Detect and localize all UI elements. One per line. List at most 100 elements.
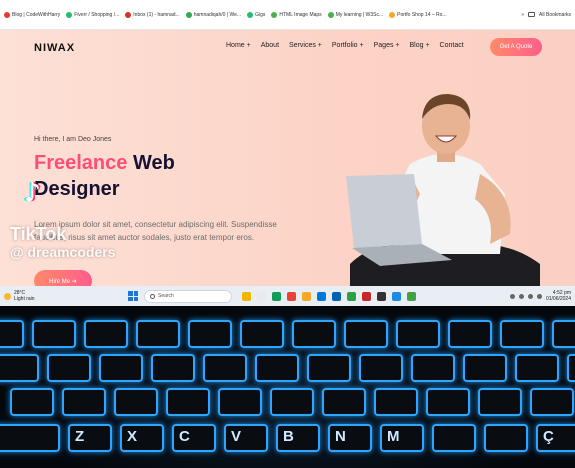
chevron-up-icon[interactable] xyxy=(509,293,515,299)
keyboard-key xyxy=(432,424,476,452)
keyboard-key xyxy=(136,320,180,348)
keyboard-key xyxy=(0,424,60,452)
headline-accent: Freelance xyxy=(34,152,128,174)
taskbar-app-icon[interactable] xyxy=(242,291,251,301)
bookmark-item[interactable]: hamnadiqah/0 | We... xyxy=(185,11,242,18)
taskbar-app-icon[interactable] xyxy=(407,291,416,301)
bookmark-item[interactable]: HTML Image Maps xyxy=(271,11,322,18)
keyboard-key xyxy=(359,354,403,382)
favicon-icon xyxy=(247,11,254,18)
keyboard-key xyxy=(515,354,559,382)
taskbar-app-icon[interactable] xyxy=(392,291,401,301)
taskbar-app-icon[interactable] xyxy=(347,291,356,301)
keyboard-key xyxy=(203,354,247,382)
keyboard-key xyxy=(396,320,440,348)
nav-contact[interactable]: Contact xyxy=(440,42,464,49)
keyboard-photo: ZXCVBNM Ç xyxy=(0,306,575,468)
taskbar-app-icon[interactable] xyxy=(317,291,326,301)
bookmark-label: My learning | W3Sc... xyxy=(335,11,384,18)
get-a-quote-button[interactable]: Get A Quote xyxy=(490,38,542,56)
nav-about[interactable]: About xyxy=(261,42,279,49)
volume-icon[interactable] xyxy=(527,293,533,299)
nav-services[interactable]: Services + xyxy=(289,42,322,49)
favicon-icon xyxy=(66,11,73,18)
keyboard-key xyxy=(448,320,492,348)
search-icon xyxy=(150,293,155,299)
bookmark-item[interactable]: Portfo Shop 14 – Ro... xyxy=(389,11,447,18)
keyboard-key: M xyxy=(380,424,424,452)
bookmark-label: Fiverr / Shopping /... xyxy=(74,11,120,18)
keyboard-key xyxy=(530,388,574,416)
bookmark-label: hamnadiqah/0 | We... xyxy=(193,11,242,18)
website-hero: NIWAX Home + About Services + Portfolio … xyxy=(0,30,575,286)
hero-greeting: Hi there, I am Deo Jones xyxy=(34,136,112,143)
favicon-icon xyxy=(327,11,334,18)
all-bookmarks-link[interactable]: All Bookmarks xyxy=(539,12,571,18)
nav-blog[interactable]: Blog + xyxy=(410,42,430,49)
windows-start-icon[interactable] xyxy=(128,291,138,301)
bookmark-label: Gigs xyxy=(255,11,266,18)
taskbar-app-icon[interactable] xyxy=(377,291,386,301)
bookmark-label: Blog | CodeWithHarry xyxy=(12,11,61,18)
taskbar-app-icon[interactable] xyxy=(302,291,311,301)
bookmark-item[interactable]: My learning | W3Sc... xyxy=(327,11,384,18)
bookmark-label: Portfo Shop 14 – Ro... xyxy=(397,11,447,18)
bookmark-item[interactable]: Inbox (1) - hamnad... xyxy=(125,11,180,18)
keyboard-key: X xyxy=(120,424,164,452)
hero-description: Lorem ipsum dolor sit amet, consectetur … xyxy=(34,220,277,242)
favicon-icon xyxy=(389,11,396,18)
keyboard-key xyxy=(307,354,351,382)
bookmark-item[interactable]: Gigs xyxy=(247,11,266,18)
keyboard-key xyxy=(292,320,336,348)
keyboard-key: Z xyxy=(68,424,112,452)
keyboard-key: Ç xyxy=(536,424,575,452)
keyboard-key xyxy=(478,388,522,416)
taskbar-app-icon[interactable] xyxy=(287,291,296,301)
keyboard-key xyxy=(463,354,507,382)
keyboard-key xyxy=(114,388,158,416)
keyboard-key xyxy=(484,424,528,452)
favicon-icon xyxy=(271,11,278,18)
keyboard-key xyxy=(62,388,106,416)
weather-condition: Light rain xyxy=(14,296,35,302)
keyboard-key xyxy=(10,388,54,416)
clock[interactable]: 4:52 pm 01/06/2024 xyxy=(546,290,571,302)
bookmark-item[interactable]: Fiverr / Shopping /... xyxy=(66,11,120,18)
keyboard-key xyxy=(188,320,232,348)
nav-home[interactable]: Home + xyxy=(226,42,251,49)
wifi-icon[interactable] xyxy=(518,293,524,299)
keyboard-key xyxy=(411,354,455,382)
clock-date: 01/06/2024 xyxy=(545,296,571,302)
keyboard-key xyxy=(426,388,470,416)
tiktok-logo-icon: ♪ xyxy=(24,178,41,208)
taskbar-app-icon[interactable] xyxy=(272,291,281,301)
site-logo[interactable]: NIWAX xyxy=(34,42,75,54)
nav-pages[interactable]: Pages + xyxy=(374,42,400,49)
keyboard-key xyxy=(47,354,91,382)
keyboard-key xyxy=(322,388,366,416)
battery-icon[interactable] xyxy=(536,293,542,299)
tiktok-watermark: TikTok xyxy=(10,224,67,244)
taskbar-search-placeholder: Search xyxy=(158,293,174,299)
bookmark-item[interactable]: Blog | CodeWithHarry xyxy=(4,11,61,18)
keyboard-key xyxy=(500,320,544,348)
pinned-apps xyxy=(242,291,416,301)
keyboard-row xyxy=(0,354,575,382)
favicon-icon xyxy=(185,11,192,18)
keyboard-key: V xyxy=(224,424,268,452)
taskbar-app-icon[interactable] xyxy=(362,291,371,301)
keyboard-key xyxy=(99,354,143,382)
keyboard-row: ZXCVBNM Ç xyxy=(0,424,575,452)
taskbar-app-icon[interactable] xyxy=(257,291,266,301)
hire-me-button[interactable]: Hire Me ➜ xyxy=(34,270,92,286)
weather-widget[interactable]: 28°C Light rain xyxy=(4,290,64,302)
keyboard-key xyxy=(240,320,284,348)
taskbar-app-icon[interactable] xyxy=(332,291,341,301)
keyboard-key xyxy=(255,354,299,382)
keyboard-key xyxy=(84,320,128,348)
nav-portfolio[interactable]: Portfolio + xyxy=(332,42,364,49)
taskbar-search[interactable]: Search xyxy=(144,289,232,303)
keyboard-key xyxy=(32,320,76,348)
more-bookmarks-button[interactable]: » xyxy=(521,12,524,18)
weather-icon xyxy=(4,292,11,300)
